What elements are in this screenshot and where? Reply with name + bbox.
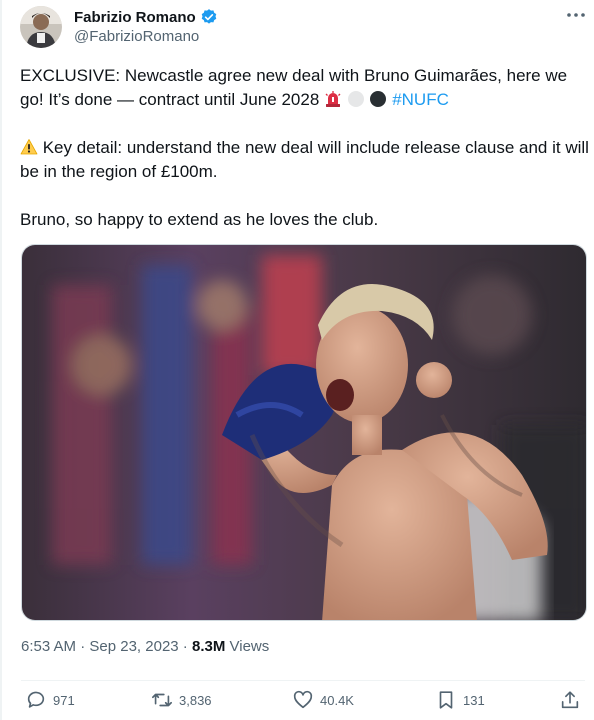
hashtag-link[interactable]: #NUFC: [392, 90, 449, 109]
bookmark-count: 131: [463, 692, 485, 708]
tweet-paragraph-3: Bruno, so happy to extend as he loves th…: [20, 210, 379, 229]
tweet-text-2: Key detail: understand the new deal will…: [20, 138, 589, 181]
name-row: Fabrizio Romano: [74, 8, 218, 26]
tweet-photo[interactable]: [21, 244, 587, 621]
reply-button[interactable]: 971: [25, 689, 75, 711]
views-count: 8.3M: [191, 638, 226, 655]
tweet-paragraph-1: EXCLUSIVE: Newcastle agree new deal with…: [20, 64, 590, 112]
black-circle-icon: [369, 90, 387, 108]
views-label: Views: [225, 638, 270, 655]
avatar[interactable]: [20, 6, 62, 48]
meta-separator: ·: [76, 638, 90, 655]
author-handle[interactable]: @FabrizioRomano: [74, 28, 199, 45]
meta-separator: ·: [178, 638, 192, 655]
bookmark-button[interactable]: 131: [435, 689, 485, 711]
tweet-text: EXCLUSIVE: Newcastle agree new deal with…: [20, 64, 590, 232]
tweet-text-1: EXCLUSIVE: Newcastle agree new deal with…: [20, 66, 568, 109]
warning-icon: [20, 138, 38, 156]
reply-icon: [27, 691, 45, 708]
bookmark-icon: [439, 691, 453, 709]
reply-count: 971: [53, 692, 75, 708]
like-count: 40.4K: [320, 692, 354, 708]
repost-count: 3,836: [179, 692, 212, 708]
share-button[interactable]: [559, 689, 581, 711]
heart-icon: [293, 690, 313, 709]
more-options-icon[interactable]: [564, 8, 588, 28]
tweet-header: Fabrizio Romano @FabrizioRomano: [20, 6, 588, 50]
repost-button[interactable]: 3,836: [151, 689, 212, 711]
tweet-paragraph-2: Key detail: understand the new deal will…: [20, 136, 590, 184]
tweet-meta: 6:53 AM · Sep 23, 2023 · 8.3M Views: [21, 638, 269, 655]
like-button[interactable]: 40.4K: [292, 689, 354, 711]
left-border: [0, 0, 2, 720]
tweet-time[interactable]: 6:53 AM: [21, 638, 76, 655]
white-circle-icon: [347, 90, 365, 108]
repost-icon: [152, 693, 172, 707]
verified-badge-icon: [200, 8, 218, 26]
tweet-date[interactable]: Sep 23, 2023: [89, 638, 178, 655]
rotating-light-icon: [324, 90, 342, 108]
display-name[interactable]: Fabrizio Romano: [74, 9, 196, 26]
action-bar: 971 3,836 40.4K 131: [21, 680, 585, 716]
share-icon: [561, 691, 579, 709]
